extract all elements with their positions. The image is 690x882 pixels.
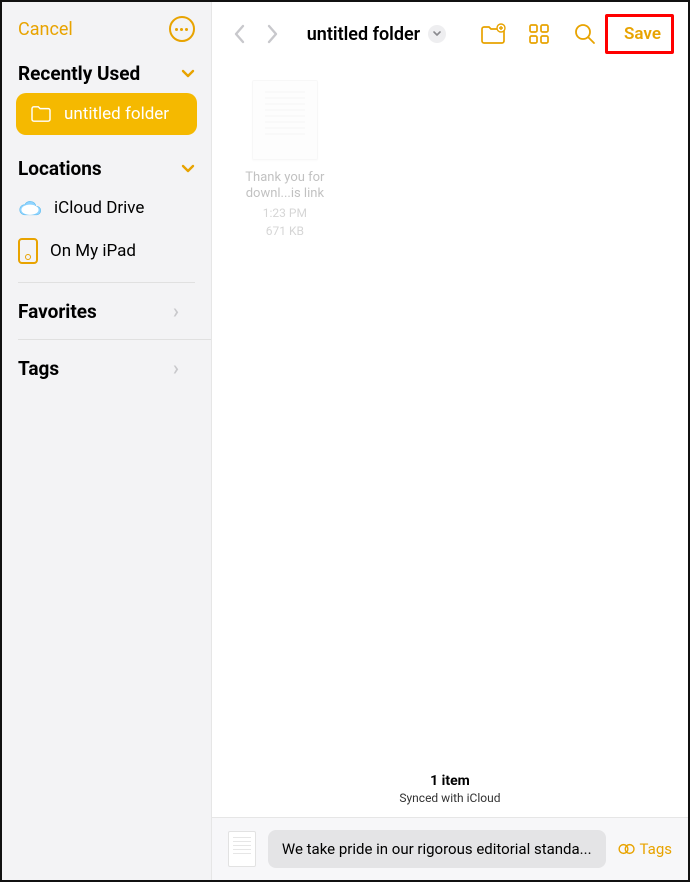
document-icon — [228, 831, 256, 867]
tags-icon — [618, 842, 636, 856]
folder-icon — [30, 105, 52, 123]
sidebar-item-icloud-drive[interactable]: iCloud Drive — [2, 188, 211, 228]
tags-row[interactable]: Tags › — [18, 340, 211, 396]
ipad-icon — [18, 238, 38, 264]
footer-stats: 1 item Synced with iCloud — [212, 773, 688, 817]
sidebar-item-label: On My iPad — [50, 241, 136, 261]
main-pane: untitled folder Save Thank you for downl… — [212, 2, 688, 880]
file-time: 1:23 PM — [263, 206, 307, 220]
new-folder-button[interactable] — [477, 18, 509, 50]
sidebar: Cancel Recently Used untitled folder Loc… — [2, 2, 212, 880]
view-grid-button[interactable] — [523, 18, 555, 50]
locations-label: Locations — [18, 157, 102, 180]
folder-title[interactable]: untitled folder — [290, 24, 463, 45]
item-count: 1 item — [212, 773, 688, 789]
tags-label: Tags — [18, 357, 59, 380]
chevron-right-icon: › — [173, 356, 195, 380]
chevron-down-icon — [181, 63, 195, 84]
sidebar-top: Cancel — [2, 2, 211, 42]
title-dropdown-icon[interactable] — [428, 25, 446, 43]
cloud-icon — [18, 199, 42, 217]
sidebar-item-untitled-folder[interactable]: untitled folder — [16, 93, 197, 135]
nav-forward-button[interactable] — [258, 20, 286, 48]
sidebar-item-on-my-ipad[interactable]: On My iPad — [2, 228, 211, 274]
search-button[interactable] — [569, 18, 601, 50]
bottom-bar: We take pride in our rigorous editorial … — [212, 817, 688, 880]
filename-input[interactable]: We take pride in our rigorous editorial … — [268, 830, 606, 868]
chevron-right-icon: › — [173, 299, 195, 323]
cancel-button[interactable]: Cancel — [18, 19, 73, 40]
file-name: Thank you for downl...is link — [245, 170, 324, 202]
save-button[interactable]: Save — [616, 19, 669, 49]
file-item[interactable]: Thank you for downl...is link 1:23 PM 67… — [230, 80, 340, 238]
file-thumbnail-icon — [252, 80, 318, 160]
toolbar: untitled folder Save — [212, 2, 688, 62]
more-options-icon[interactable] — [169, 16, 195, 42]
sidebar-item-label: untitled folder — [64, 104, 169, 124]
nav-back-button[interactable] — [226, 20, 254, 48]
file-grid[interactable]: Thank you for downl...is link 1:23 PM 67… — [212, 62, 688, 773]
favorites-row[interactable]: Favorites › — [18, 283, 211, 340]
recently-used-header[interactable]: Recently Used — [2, 42, 211, 93]
recently-used-label: Recently Used — [18, 62, 140, 85]
folder-title-label: untitled folder — [307, 24, 420, 45]
sidebar-item-label: iCloud Drive — [54, 198, 144, 218]
chevron-down-icon — [181, 158, 195, 179]
tags-button[interactable]: Tags — [618, 840, 672, 858]
locations-header[interactable]: Locations — [2, 147, 211, 188]
save-button-highlight: Save — [605, 14, 674, 54]
favorites-label: Favorites — [18, 300, 97, 323]
file-size: 671 KB — [266, 224, 304, 238]
sync-status: Synced with iCloud — [212, 791, 688, 805]
